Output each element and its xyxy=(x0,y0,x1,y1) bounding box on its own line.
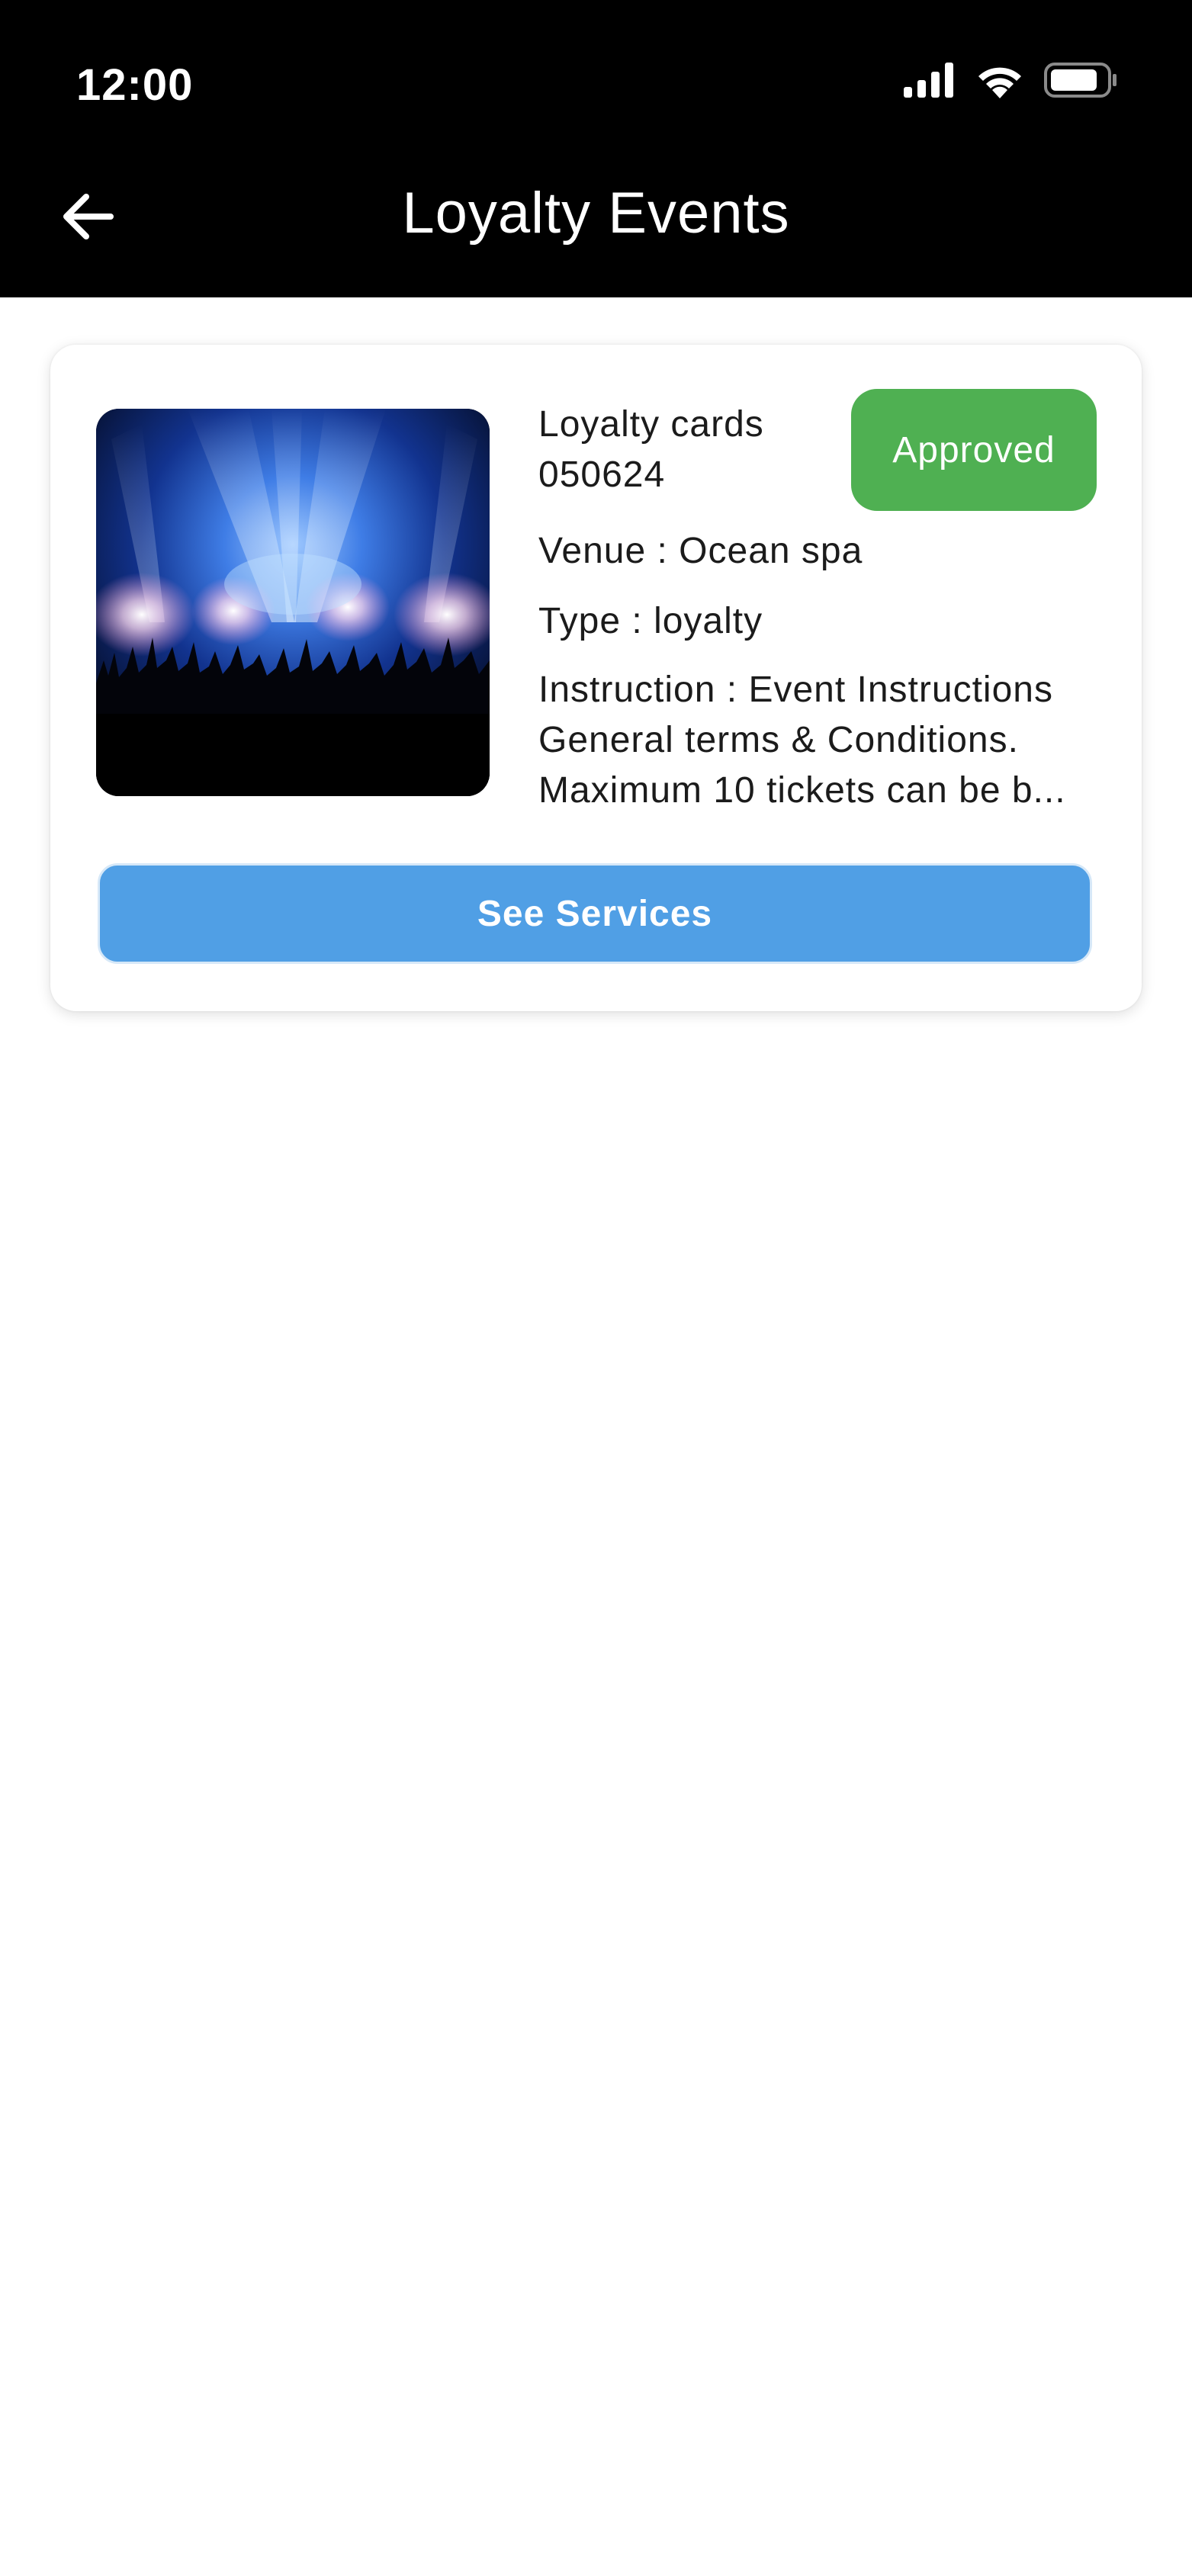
event-card[interactable]: Loyalty cards 050624 Approved Venue : Oc… xyxy=(50,345,1142,1011)
status-icons xyxy=(902,62,1117,102)
page-title: Loyalty Events xyxy=(402,181,790,246)
battery-icon xyxy=(1044,62,1117,102)
app-bar: Loyalty Events xyxy=(0,136,1192,297)
cellular-signal-icon xyxy=(902,62,956,101)
status-bar: 12:00 xyxy=(0,0,1192,136)
wifi-icon xyxy=(975,62,1024,102)
header-area: 12:00 Loyalty Events xyxy=(0,0,1192,297)
status-badge: Approved xyxy=(851,389,1097,511)
event-venue: Venue : Ocean spa xyxy=(538,531,863,571)
event-image xyxy=(96,409,490,796)
see-services-button[interactable]: See Services xyxy=(98,863,1092,964)
event-type: Type : loyalty xyxy=(538,601,763,641)
event-name: Loyalty cards 050624 xyxy=(538,404,764,495)
status-time: 12:00 xyxy=(76,60,194,110)
event-instruction: Instruction : Event Instructions General… xyxy=(538,670,1066,811)
